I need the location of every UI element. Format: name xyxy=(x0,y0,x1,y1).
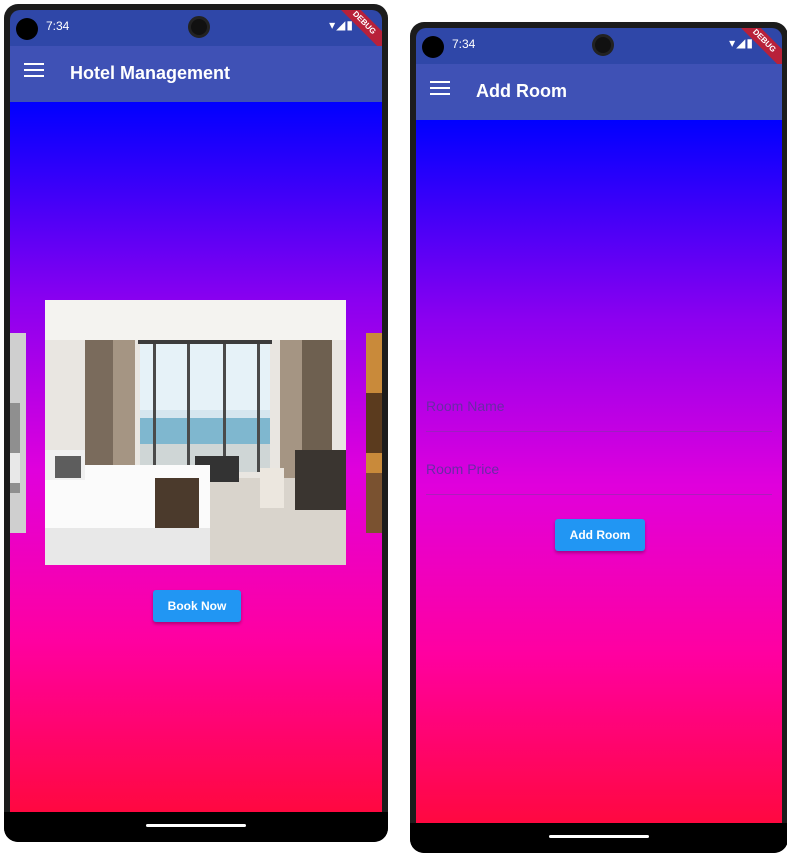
room-price-placeholder[interactable]: Room Price xyxy=(426,461,499,477)
status-bar: 7:34 ▾◢▮ DEBUG xyxy=(416,28,782,75)
home-gesture-bar[interactable] xyxy=(549,835,649,838)
status-time: 7:34 xyxy=(452,37,476,51)
room-name-underline xyxy=(426,431,772,432)
camera-cutout xyxy=(422,36,444,58)
carousel-room-image[interactable] xyxy=(45,300,346,565)
app-bar: Add Room xyxy=(416,64,782,120)
home-gesture-bar[interactable] xyxy=(146,824,246,827)
phone-hotel-management: 7:34 ▾◢▮ DEBUG Hotel Management Book Now xyxy=(4,4,388,842)
menu-icon[interactable] xyxy=(430,81,450,97)
status-time: 7:34 xyxy=(46,19,70,33)
app-bar: Hotel Management xyxy=(10,46,382,102)
carousel-next-image[interactable] xyxy=(366,333,382,533)
status-bar: 7:34 ▾◢▮ DEBUG xyxy=(10,10,382,57)
front-camera xyxy=(188,16,210,38)
add-room-button[interactable]: Add Room xyxy=(555,519,645,551)
system-nav-bar xyxy=(4,812,388,842)
menu-icon[interactable] xyxy=(24,63,44,79)
carousel-prev-image[interactable] xyxy=(10,333,26,533)
screen: 7:34 ▾◢▮ DEBUG Add Room Room Name Room P… xyxy=(416,28,782,823)
app-bar-title: Add Room xyxy=(476,81,567,101)
screen: 7:34 ▾◢▮ DEBUG Hotel Management Book Now xyxy=(10,10,382,812)
system-nav-bar xyxy=(410,823,787,853)
front-camera xyxy=(592,34,614,56)
app-bar-title: Hotel Management xyxy=(70,63,231,83)
phone-add-room: 7:34 ▾◢▮ DEBUG Add Room Room Name Room P… xyxy=(410,22,787,853)
room-price-underline xyxy=(426,494,772,495)
room-name-placeholder[interactable]: Room Name xyxy=(426,398,505,414)
camera-cutout xyxy=(16,18,38,40)
book-now-button[interactable]: Book Now xyxy=(153,590,241,622)
